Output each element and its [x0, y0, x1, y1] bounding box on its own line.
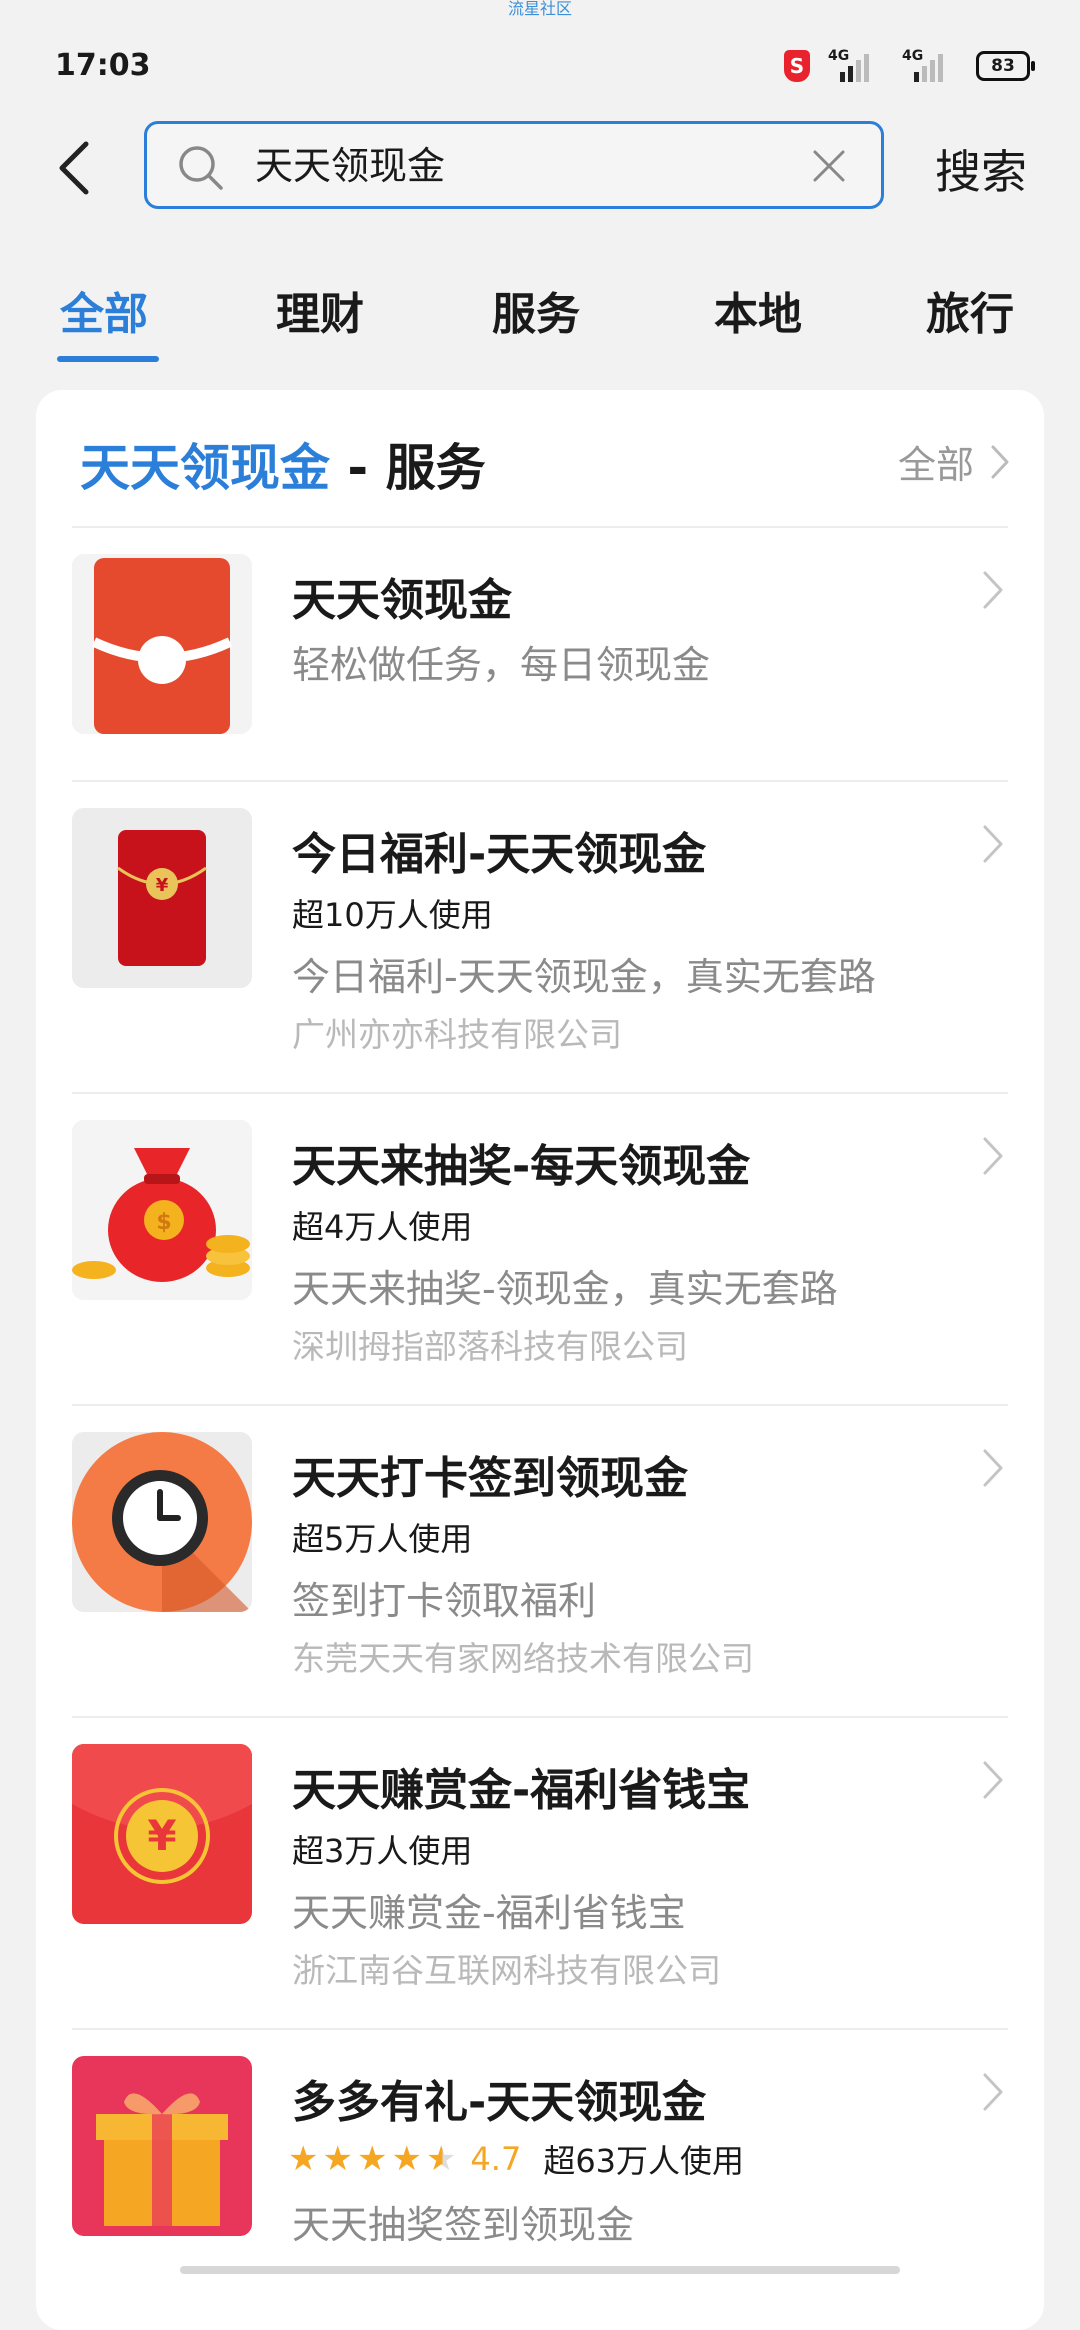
- chevron-right-icon: [983, 1449, 1003, 1487]
- chevron-right-icon: [983, 1137, 1003, 1175]
- status-icons: S 4G 4G 83: [784, 46, 1035, 86]
- search-icon: [179, 146, 223, 190]
- card-title-suffix: - 服务: [330, 439, 486, 497]
- results-card: 天天领现金 - 服务 全部 天天领现金 轻松做任务，每日领现金 ¥ 今日福利-天…: [36, 390, 1044, 2330]
- item-company: 东莞天天有家网络技术有限公司: [292, 1639, 754, 1678]
- search-bar: 天天领现金 搜索: [0, 118, 1080, 218]
- chevron-right-icon: [983, 571, 1003, 609]
- item-user-count: 超3万人使用: [292, 1832, 473, 1870]
- yen-coin-icon: ¥: [72, 1744, 252, 1924]
- item-user-count: 超63万人使用: [543, 2142, 745, 2180]
- item-title: 天天赚赏金-福利省钱宝: [292, 1765, 751, 1816]
- item-title: 天天领现金: [292, 575, 512, 626]
- svg-text:¥: ¥: [147, 1811, 176, 1860]
- chevron-right-icon: [983, 2073, 1003, 2111]
- star-icon: ★: [322, 2139, 353, 2179]
- card-header: 天天领现金 - 服务 全部: [36, 390, 1044, 526]
- svg-text:¥: ¥: [156, 875, 169, 896]
- list-item[interactable]: 天天打卡签到领现金 超5万人使用 签到打卡领取福利 东莞天天有家网络技术有限公司: [36, 1406, 1044, 1718]
- item-description: 天天赚赏金-福利省钱宝: [292, 1891, 686, 1935]
- item-user-count: 超5万人使用: [292, 1520, 473, 1558]
- item-title: 多多有礼-天天领现金: [292, 2077, 707, 2128]
- back-button[interactable]: [48, 140, 98, 196]
- signal-strength-icon-2: 4G: [902, 48, 958, 82]
- search-button[interactable]: 搜索: [935, 136, 1027, 202]
- item-description: 天天抽奖签到领现金: [292, 2203, 635, 2247]
- status-bar: 17:03 S 4G 4G 83: [0, 40, 1080, 90]
- chevron-left-icon: [59, 141, 89, 195]
- tab-finance[interactable]: 理财: [276, 278, 364, 342]
- chevron-right-icon: [991, 445, 1009, 478]
- list-item[interactable]: 多多有礼-天天领现金 ★ ★ ★ ★ ★ 4.7 超63万人使用 天天抽奖签到领…: [36, 2030, 1044, 2330]
- category-tabs: 全部 理财 服务 本地 旅行: [0, 268, 1080, 368]
- signal-strength-icon: 4G: [828, 48, 884, 82]
- view-all-link[interactable]: 全部: [898, 434, 1010, 489]
- home-indicator[interactable]: [180, 2266, 900, 2274]
- item-title: 今日福利-天天领现金: [292, 829, 707, 880]
- chevron-right-icon: [983, 1761, 1003, 1799]
- close-icon[interactable]: [811, 148, 847, 184]
- item-user-count: 超10万人使用: [292, 896, 493, 934]
- rating-value: 4.7: [470, 2140, 522, 2178]
- rating-row: ★ ★ ★ ★ ★ 4.7 超63万人使用: [288, 2136, 744, 2182]
- star-icon: ★: [391, 2139, 422, 2179]
- status-time: 17:03: [55, 48, 151, 83]
- tab-travel[interactable]: 旅行: [926, 278, 1014, 342]
- search-input[interactable]: 天天领现金: [144, 121, 884, 209]
- list-item[interactable]: ¥ 天天赚赏金-福利省钱宝 超3万人使用 天天赚赏金-福利省钱宝 浙江南谷互联网…: [36, 1718, 1044, 2030]
- item-title: 天天来抽奖-每天领现金: [292, 1141, 751, 1192]
- clock-icon: [72, 1432, 252, 1612]
- list-item[interactable]: $ 天天来抽奖-每天领现金 超4万人使用 天天来抽奖-领现金，真实无套路 深圳拇…: [36, 1094, 1044, 1406]
- watermark-text: 流星社区: [507, 0, 572, 18]
- card-title-keyword: 天天领现金: [80, 439, 330, 497]
- card-title: 天天领现金 - 服务: [80, 428, 486, 500]
- tab-all[interactable]: 全部: [60, 278, 148, 342]
- active-tab-indicator: [57, 356, 159, 362]
- network-type-label-2: 4G: [902, 48, 924, 64]
- item-user-count: 超4万人使用: [292, 1208, 473, 1246]
- money-bag-icon: $: [72, 1120, 252, 1300]
- network-type-label: 4G: [828, 48, 850, 64]
- security-shield-icon: S: [784, 50, 810, 82]
- item-description: 轻松做任务，每日领现金: [292, 643, 711, 687]
- battery-icon: 83: [976, 51, 1035, 81]
- item-description: 天天来抽奖-领现金，真实无套路: [292, 1267, 838, 1311]
- item-description: 签到打卡领取福利: [292, 1579, 597, 1623]
- tab-local[interactable]: 本地: [714, 278, 802, 342]
- star-icon: ★: [356, 2139, 388, 2179]
- gift-box-icon: [72, 2056, 252, 2236]
- list-item[interactable]: ¥ 今日福利-天天领现金 超10万人使用 今日福利-天天领现金，真实无套路 广州…: [36, 782, 1044, 1094]
- red-packet-yen-icon: ¥: [72, 808, 252, 988]
- chevron-right-icon: [983, 825, 1003, 863]
- item-company: 浙江南谷互联网科技有限公司: [292, 1951, 721, 1990]
- tab-services[interactable]: 服务: [492, 278, 580, 342]
- item-company: 深圳拇指部落科技有限公司: [292, 1327, 688, 1366]
- search-query-text[interactable]: 天天领现金: [255, 144, 445, 188]
- half-star-icon: ★: [425, 2139, 457, 2179]
- view-all-label: 全部: [897, 443, 974, 487]
- svg-text:$: $: [156, 1210, 171, 1235]
- item-description: 今日福利-天天领现金，真实无套路: [292, 955, 876, 999]
- item-title: 天天打卡签到领现金: [292, 1453, 688, 1504]
- star-icon: ★: [288, 2139, 319, 2179]
- red-envelope-icon: [72, 554, 252, 734]
- item-company: 广州亦亦科技有限公司: [292, 1015, 622, 1054]
